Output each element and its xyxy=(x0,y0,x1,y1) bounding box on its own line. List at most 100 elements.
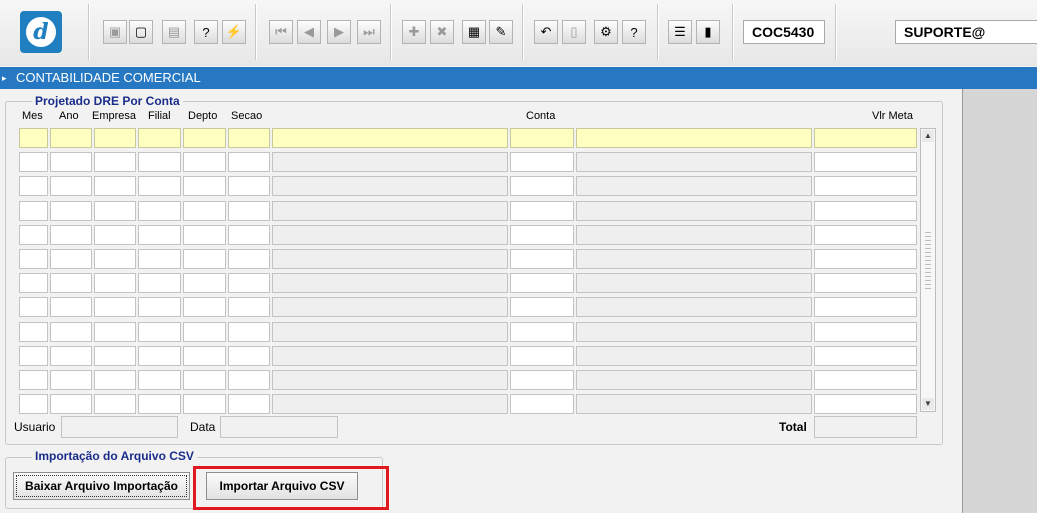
cell-empresa[interactable] xyxy=(94,273,136,293)
first-record-icon[interactable]: ⏮ xyxy=(269,20,293,44)
menu-icon[interactable]: ☰ xyxy=(668,20,692,44)
next-record-icon[interactable]: ▶ xyxy=(327,20,351,44)
cell-desc2[interactable] xyxy=(576,128,812,148)
cell-empresa[interactable] xyxy=(94,394,136,414)
previous-record-icon[interactable]: ◀ xyxy=(297,20,321,44)
scroll-up-icon[interactable]: ▲ xyxy=(922,130,934,142)
cell-depto[interactable] xyxy=(183,370,226,390)
cell-desc1[interactable] xyxy=(272,322,508,342)
cell-ano[interactable] xyxy=(50,201,92,221)
cell-secao[interactable] xyxy=(228,297,270,317)
cell-conta[interactable] xyxy=(510,346,574,366)
cell-conta[interactable] xyxy=(510,128,574,148)
cell-filial[interactable] xyxy=(138,225,181,245)
cell-secao[interactable] xyxy=(228,249,270,269)
cell-desc2[interactable] xyxy=(576,273,812,293)
cell-vlr-meta[interactable] xyxy=(814,225,917,245)
cell-mes[interactable] xyxy=(19,249,48,269)
cell-conta[interactable] xyxy=(510,370,574,390)
vertical-scrollbar[interactable]: ▲ ▼ xyxy=(920,128,936,412)
cell-depto[interactable] xyxy=(183,152,226,172)
cell-empresa[interactable] xyxy=(94,201,136,221)
cell-mes[interactable] xyxy=(19,346,48,366)
cell-desc2[interactable] xyxy=(576,322,812,342)
cell-empresa[interactable] xyxy=(94,297,136,317)
cell-filial[interactable] xyxy=(138,128,181,148)
cell-desc1[interactable] xyxy=(272,273,508,293)
cell-vlr-meta[interactable] xyxy=(814,322,917,342)
cell-secao[interactable] xyxy=(228,346,270,366)
cell-conta[interactable] xyxy=(510,249,574,269)
cell-conta[interactable] xyxy=(510,201,574,221)
clipboard-icon[interactable]: ▯ xyxy=(562,20,586,44)
cell-ano[interactable] xyxy=(50,152,92,172)
cell-mes[interactable] xyxy=(19,128,48,148)
cell-depto[interactable] xyxy=(183,201,226,221)
cell-ano[interactable] xyxy=(50,176,92,196)
cell-depto[interactable] xyxy=(183,346,226,366)
cell-secao[interactable] xyxy=(228,394,270,414)
exit-icon[interactable]: ▮ xyxy=(696,20,720,44)
cell-desc1[interactable] xyxy=(272,152,508,172)
cell-filial[interactable] xyxy=(138,322,181,342)
cell-secao[interactable] xyxy=(228,370,270,390)
data-field[interactable] xyxy=(220,416,338,438)
cell-desc1[interactable] xyxy=(272,128,508,148)
cell-desc1[interactable] xyxy=(272,394,508,414)
cell-desc2[interactable] xyxy=(576,249,812,269)
cell-desc2[interactable] xyxy=(576,152,812,172)
cell-desc2[interactable] xyxy=(576,346,812,366)
print-icon[interactable]: ▤ xyxy=(162,20,186,44)
cell-ano[interactable] xyxy=(50,273,92,293)
cell-conta[interactable] xyxy=(510,176,574,196)
cell-vlr-meta[interactable] xyxy=(814,297,917,317)
scroll-down-icon[interactable]: ▼ xyxy=(922,398,934,410)
cell-desc1[interactable] xyxy=(272,249,508,269)
cell-mes[interactable] xyxy=(19,297,48,317)
cell-conta[interactable] xyxy=(510,152,574,172)
cell-vlr-meta[interactable] xyxy=(814,370,917,390)
cell-mes[interactable] xyxy=(19,273,48,293)
execute-query-icon[interactable]: ⚡ xyxy=(222,20,246,44)
cell-empresa[interactable] xyxy=(94,249,136,269)
cell-conta[interactable] xyxy=(510,297,574,317)
cell-secao[interactable] xyxy=(228,201,270,221)
cell-conta[interactable] xyxy=(510,394,574,414)
cell-filial[interactable] xyxy=(138,370,181,390)
cell-vlr-meta[interactable] xyxy=(814,346,917,366)
help-icon[interactable]: ? xyxy=(622,20,646,44)
cell-desc1[interactable] xyxy=(272,297,508,317)
delete-record-icon[interactable]: ✖ xyxy=(430,20,454,44)
cell-vlr-meta[interactable] xyxy=(814,128,917,148)
last-record-icon[interactable]: ⏭ xyxy=(357,20,381,44)
undo-icon[interactable]: ↶ xyxy=(534,20,558,44)
download-import-file-button[interactable]: Baixar Arquivo Importação xyxy=(13,472,190,500)
cell-vlr-meta[interactable] xyxy=(814,201,917,221)
cell-mes[interactable] xyxy=(19,394,48,414)
cell-empresa[interactable] xyxy=(94,225,136,245)
cell-secao[interactable] xyxy=(228,128,270,148)
cell-depto[interactable] xyxy=(183,297,226,317)
cell-desc2[interactable] xyxy=(576,201,812,221)
cell-desc2[interactable] xyxy=(576,297,812,317)
cell-depto[interactable] xyxy=(183,225,226,245)
cell-filial[interactable] xyxy=(138,346,181,366)
cell-mes[interactable] xyxy=(19,152,48,172)
cell-desc1[interactable] xyxy=(272,201,508,221)
cell-desc1[interactable] xyxy=(272,176,508,196)
cell-mes[interactable] xyxy=(19,370,48,390)
cell-filial[interactable] xyxy=(138,249,181,269)
cell-desc2[interactable] xyxy=(576,370,812,390)
cell-empresa[interactable] xyxy=(94,346,136,366)
cell-desc2[interactable] xyxy=(576,176,812,196)
cell-filial[interactable] xyxy=(138,394,181,414)
cell-secao[interactable] xyxy=(228,152,270,172)
insert-record-icon[interactable]: ✚ xyxy=(402,20,426,44)
cell-ano[interactable] xyxy=(50,128,92,148)
cell-conta[interactable] xyxy=(510,273,574,293)
cell-vlr-meta[interactable] xyxy=(814,176,917,196)
cell-filial[interactable] xyxy=(138,176,181,196)
cell-ano[interactable] xyxy=(50,297,92,317)
cell-depto[interactable] xyxy=(183,322,226,342)
cell-mes[interactable] xyxy=(19,322,48,342)
